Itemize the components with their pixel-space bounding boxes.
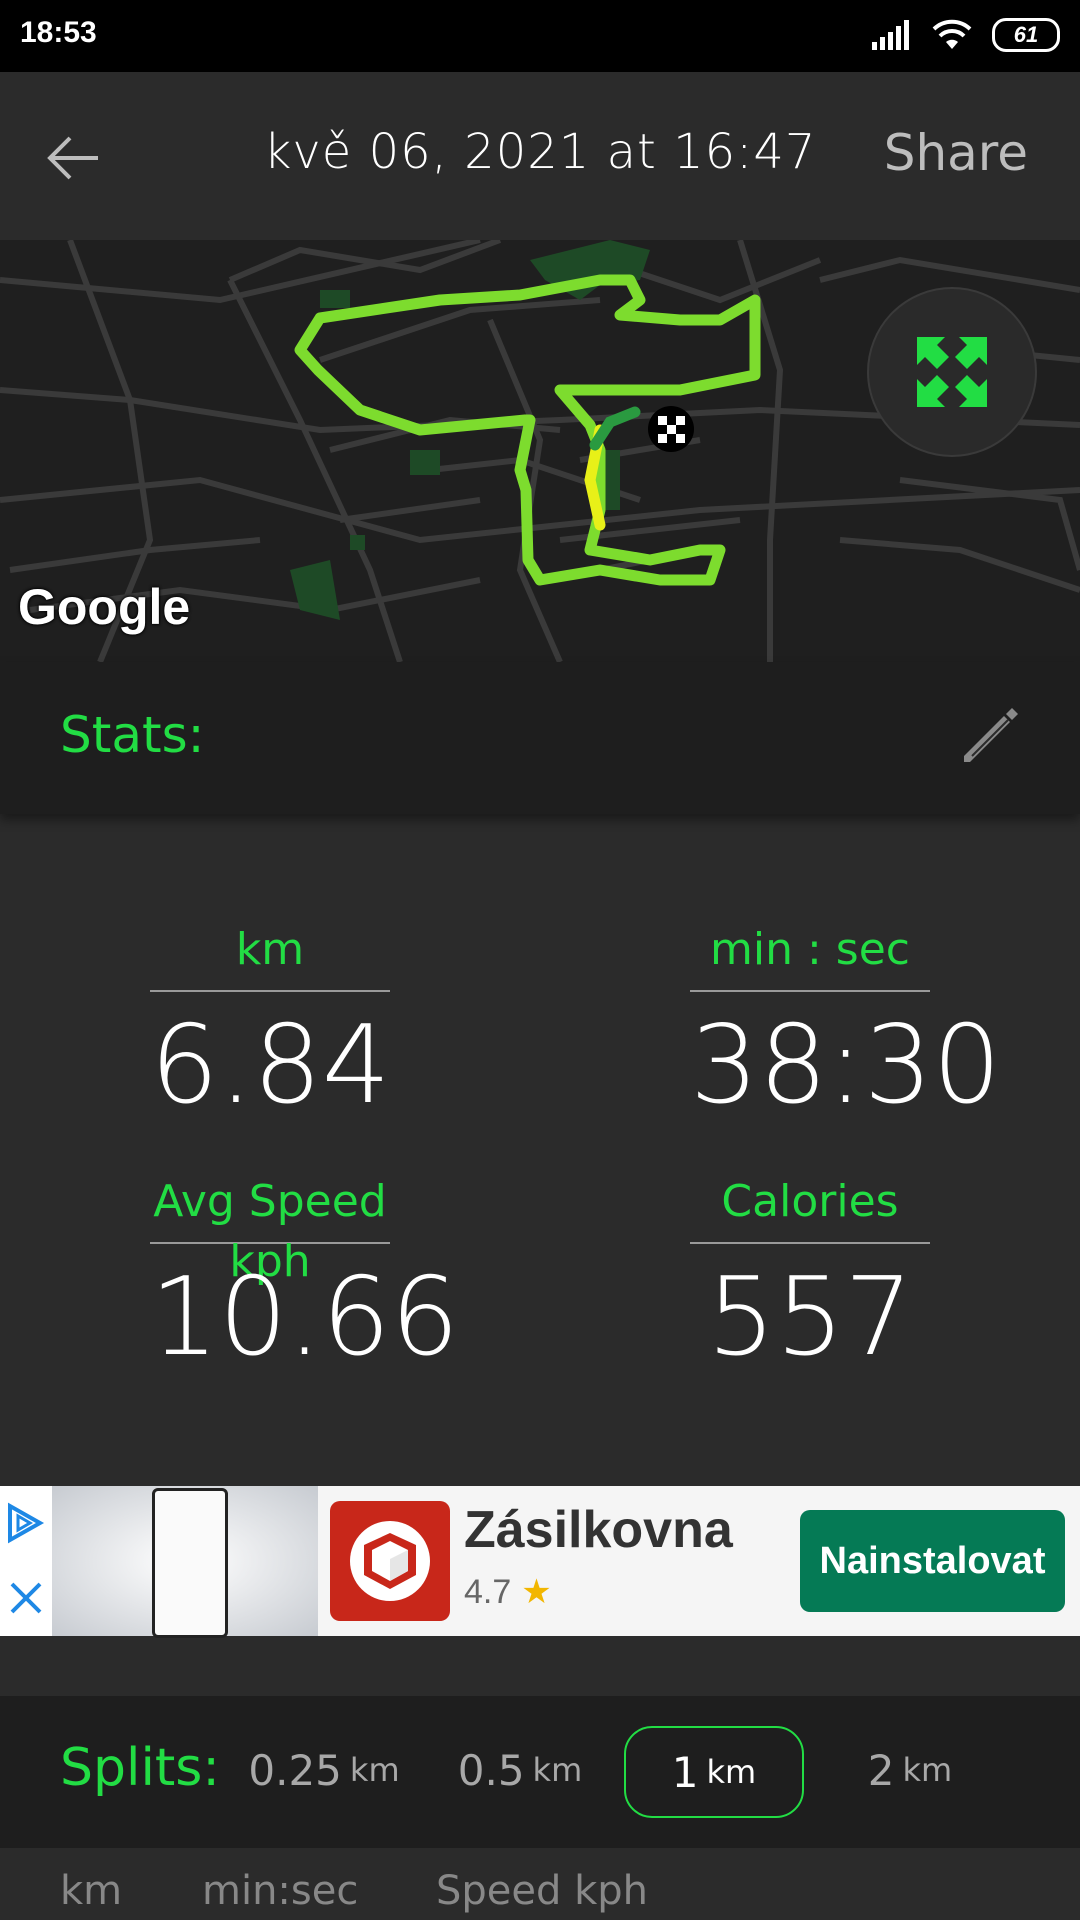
fullscreen-button[interactable]: [867, 287, 1037, 457]
split-option-1km[interactable]: 1 km: [624, 1726, 804, 1818]
status-time: 18:53: [20, 16, 97, 49]
wifi-icon: [932, 19, 972, 49]
stat-caption: Calories: [721, 1176, 899, 1227]
split-unit: km: [349, 1751, 400, 1789]
app-bar: kvě 06, 2021 at 16:47 Share: [0, 72, 1080, 240]
splits-bar: Splits: 0.25 km 0.5 km 1 km 2 km: [0, 1696, 1080, 1848]
stat-value: 38:30: [690, 1003, 1002, 1128]
stat-value: 10.66: [150, 1255, 460, 1380]
split-unit: km: [902, 1751, 953, 1789]
stats-label: Stats:: [60, 706, 205, 764]
status-bar: 18:53 61: [0, 0, 1080, 72]
ad-rating-value: 4.7: [464, 1573, 512, 1611]
column-header-time: min:sec: [202, 1868, 359, 1914]
split-option-2km[interactable]: 2 km: [830, 1726, 990, 1814]
ad-choices[interactable]: [0, 1486, 52, 1636]
stat-avg-speed: Avg Speed kph 10.66: [150, 1172, 460, 1388]
column-header-speed: Speed kph: [436, 1868, 649, 1914]
column-header-km: km: [60, 1868, 123, 1914]
star-icon: ★: [521, 1573, 552, 1611]
splits-label: Splits:: [60, 1738, 220, 1798]
stat-divider: [150, 990, 390, 992]
adchoices-icon[interactable]: [0, 1492, 52, 1562]
split-unit: km: [532, 1751, 583, 1789]
package-icon: [350, 1521, 430, 1601]
stat-calories: Calories 557: [690, 1172, 930, 1388]
ad-image[interactable]: [52, 1486, 318, 1638]
signal-icon: [872, 20, 909, 50]
split-option-0.5km[interactable]: 0.5 km: [440, 1726, 600, 1814]
stats-header: Stats:: [0, 662, 1080, 814]
split-value: 0.25: [248, 1745, 342, 1795]
split-option-0.25km[interactable]: 0.25 km: [244, 1726, 404, 1814]
route-map[interactable]: Google: [0, 240, 1080, 662]
stat-caption: min : sec: [710, 924, 910, 975]
install-button[interactable]: Nainstalovat: [800, 1510, 1065, 1612]
battery-icon: 61: [992, 18, 1060, 52]
checkered-flag-icon: [648, 406, 694, 452]
split-value: 0.5: [457, 1745, 525, 1795]
map-attribution: Google: [18, 579, 191, 635]
pencil-icon[interactable]: [960, 706, 1020, 766]
share-button[interactable]: Share: [884, 124, 1028, 182]
stat-caption: Avg Speed kph: [153, 1176, 387, 1287]
ad-app-name[interactable]: Zásilkovna: [464, 1500, 733, 1560]
stat-divider: [690, 990, 930, 992]
stat-value: 6.84: [150, 1003, 391, 1128]
close-icon[interactable]: [0, 1568, 52, 1628]
stat-caption: km: [235, 924, 305, 975]
ad-phone-image: [152, 1488, 228, 1638]
stat-value: 557: [706, 1255, 914, 1380]
splits-table-header: km min:sec Speed kph: [0, 1848, 1080, 1920]
split-unit: km: [706, 1753, 757, 1791]
split-value: 1: [671, 1747, 699, 1797]
ad-rating: 4.7 ★: [464, 1572, 552, 1612]
expand-icon: [917, 337, 987, 407]
ad-banner[interactable]: Zásilkovna 4.7 ★ Nainstalovat: [0, 1486, 1080, 1638]
stat-distance: km 6.84: [150, 920, 390, 1136]
ad-app-logo[interactable]: [330, 1501, 450, 1621]
status-icons: 61: [872, 18, 1060, 52]
split-value: 2: [867, 1745, 895, 1795]
stat-divider: [690, 1242, 930, 1244]
stat-duration: min : sec 38:30: [690, 920, 1002, 1136]
